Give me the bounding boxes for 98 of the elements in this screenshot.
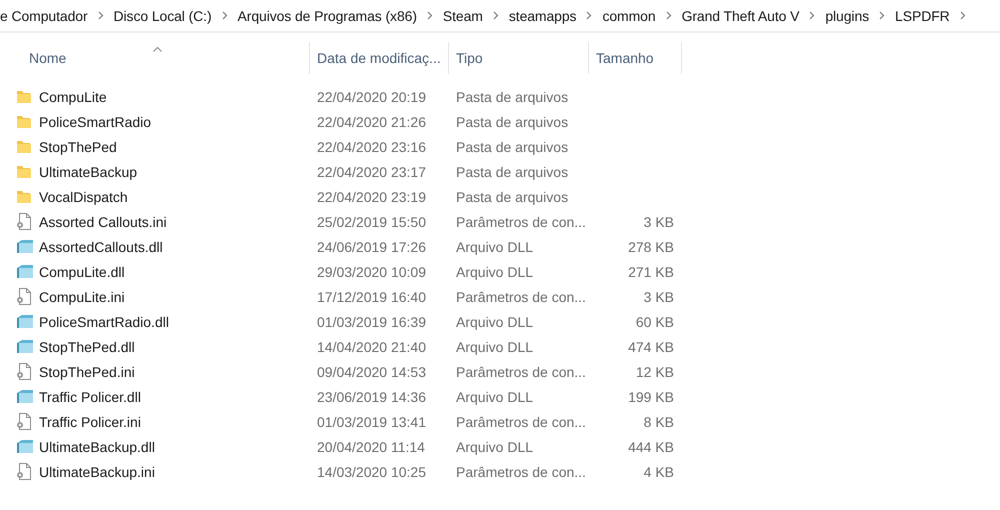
chevron-right-icon	[879, 11, 886, 20]
file-size: 444 KB	[628, 438, 674, 454]
file-name[interactable]: PoliceSmartRadio.dll	[39, 314, 169, 330]
chevron-right-icon	[960, 11, 966, 20]
modified-date: 14/04/2020 21:40	[317, 338, 426, 354]
library-file-icon	[16, 314, 34, 329]
modified-date: 22/04/2020 21:26	[317, 114, 426, 130]
file-type: Arquivo DLL	[456, 264, 534, 280]
file-size: 3 KB	[644, 288, 674, 304]
file-size: 8 KB	[644, 414, 674, 430]
modified-date: 01/03/2019 16:39	[317, 314, 426, 330]
modified-date: 23/06/2019 14:36	[317, 388, 426, 404]
breadcrumb-item[interactable]: Disco Local (C:)	[114, 6, 212, 24]
file-type: Arquivo DLL	[456, 238, 534, 254]
file-name[interactable]: UltimateBackup.ini	[39, 464, 155, 480]
file-name[interactable]: CompuLite.ini	[39, 288, 125, 304]
file-type: Parâmetros de con...	[456, 464, 586, 480]
modified-date: 01/03/2019 13:41	[317, 414, 426, 430]
folder-icon	[16, 190, 32, 204]
file-name[interactable]: StopThePed	[39, 138, 117, 154]
file-size: 474 KB	[628, 338, 674, 354]
file-name[interactable]: StopThePed.dll	[39, 338, 135, 354]
breadcrumb-item[interactable]: e Computador	[0, 6, 88, 24]
modified-date: 22/04/2020 20:19	[317, 88, 426, 104]
file-type: Pasta de arquivos	[456, 138, 568, 154]
file-type: Parâmetros de con...	[456, 414, 586, 430]
chevron-right-icon	[809, 11, 816, 20]
chevron-right-icon	[666, 11, 672, 20]
modified-date: 29/03/2020 10:09	[317, 264, 426, 280]
file-name[interactable]: CompuLite.dll	[39, 264, 125, 280]
folder-icon	[16, 140, 32, 154]
settings-file-icon	[16, 363, 32, 380]
folder-icon	[16, 164, 32, 178]
file-name[interactable]: Traffic Policer.ini	[39, 414, 141, 430]
folder-icon	[16, 90, 32, 104]
library-file-icon	[16, 264, 34, 279]
file-size: 60 KB	[636, 314, 674, 330]
breadcrumb-item[interactable]: common	[602, 6, 656, 24]
file-type: Arquivo DLL	[456, 314, 534, 330]
settings-file-icon	[16, 413, 32, 430]
modified-date: 22/04/2020 23:19	[317, 188, 426, 204]
breadcrumb-item[interactable]: Arquivos de Programas (x86)	[238, 6, 417, 24]
sort-up-icon[interactable]	[153, 46, 162, 52]
column-header[interactable]: Data de modificaç...	[310, 42, 449, 74]
breadcrumb-item[interactable]: Grand Theft Auto V	[682, 6, 800, 24]
settings-file-icon	[16, 288, 32, 305]
file-name[interactable]: Traffic Policer.dll	[39, 388, 141, 404]
file-name[interactable]: VocalDispatch	[39, 188, 128, 204]
library-file-icon	[16, 389, 34, 404]
chevron-right-icon	[222, 11, 228, 20]
file-name[interactable]: UltimateBackup	[39, 164, 138, 180]
breadcrumb-item[interactable]: steamapps	[508, 6, 576, 24]
file-size: 271 KB	[628, 264, 674, 280]
chevron-right-icon	[426, 11, 433, 20]
file-size: 278 KB	[628, 238, 674, 254]
modified-date: 14/03/2020 10:25	[317, 464, 426, 480]
file-size: 3 KB	[644, 214, 674, 230]
file-type: Parâmetros de con...	[456, 364, 586, 380]
file-type: Pasta de arquivos	[456, 164, 568, 180]
file-type: Arquivo DLL	[456, 438, 534, 454]
library-file-icon	[16, 439, 34, 454]
file-type: Arquivo DLL	[456, 338, 534, 354]
modified-date: 22/04/2020 23:16	[317, 138, 426, 154]
file-type: Parâmetros de con...	[456, 288, 586, 304]
folder-icon	[16, 114, 32, 128]
file-size: 12 KB	[636, 364, 674, 380]
chevron-right-icon	[586, 11, 592, 20]
file-name[interactable]: AssortedCallouts.dll	[39, 238, 163, 254]
modified-date: 22/04/2020 23:17	[317, 164, 426, 180]
file-type: Pasta de arquivos	[456, 114, 568, 130]
library-file-icon	[16, 239, 34, 254]
settings-file-icon	[16, 213, 32, 230]
chevron-right-icon	[492, 11, 499, 20]
file-name[interactable]: StopThePed.ini	[39, 364, 135, 380]
file-name[interactable]: Assorted Callouts.ini	[39, 214, 167, 230]
breadcrumb-item[interactable]: plugins	[825, 6, 870, 24]
modified-date: 17/12/2019 16:40	[317, 288, 426, 304]
breadcrumb-item[interactable]: Steam	[442, 6, 483, 24]
column-header[interactable]: Nome	[0, 42, 310, 74]
breadcrumb-item[interactable]: LSPDFR	[895, 6, 950, 24]
file-type: Pasta de arquivos	[456, 188, 568, 204]
modified-date: 09/04/2020 14:53	[317, 364, 426, 380]
settings-file-icon	[16, 463, 32, 480]
file-name[interactable]: CompuLite	[39, 88, 107, 104]
library-file-icon	[16, 339, 34, 354]
file-name[interactable]: UltimateBackup.dll	[39, 438, 155, 454]
file-size: 4 KB	[644, 464, 674, 480]
column-header[interactable]: Tipo	[449, 42, 589, 74]
file-type: Parâmetros de con...	[456, 214, 586, 230]
file-type: Pasta de arquivos	[456, 88, 568, 104]
chevron-right-icon	[98, 11, 104, 20]
column-header[interactable]: Tamanho	[589, 42, 682, 74]
file-type: Arquivo DLL	[456, 388, 534, 404]
modified-date: 20/04/2020 11:14	[317, 438, 425, 454]
modified-date: 24/06/2019 17:26	[317, 238, 426, 254]
modified-date: 25/02/2019 15:50	[317, 214, 426, 230]
file-size: 199 KB	[628, 388, 674, 404]
file-name[interactable]: PoliceSmartRadio	[39, 114, 152, 130]
